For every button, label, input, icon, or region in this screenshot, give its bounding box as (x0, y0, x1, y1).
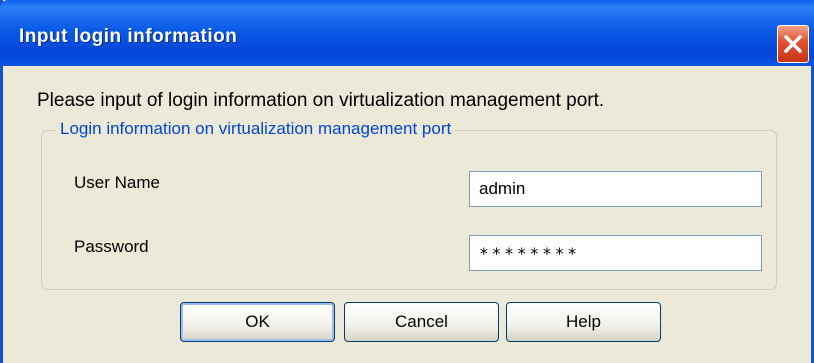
login-info-group: Login information on virtualization mana… (41, 119, 777, 290)
instruction-message: Please input of login information on vir… (37, 90, 605, 111)
password-label: Password (74, 237, 149, 256)
ok-button[interactable]: OK (180, 302, 335, 342)
close-button[interactable] (777, 25, 809, 63)
title-bar[interactable]: Input login information (0, 0, 814, 66)
dialog-body: Please input of login information on vir… (3, 66, 811, 363)
close-icon (784, 35, 802, 53)
cancel-button[interactable]: Cancel (344, 302, 499, 342)
dialog-title: Input login information (19, 26, 238, 47)
group-legend: Login information on virtualization mana… (56, 119, 456, 139)
password-input[interactable] (469, 235, 762, 271)
user-name-input[interactable] (469, 171, 762, 207)
user-name-label: User Name (74, 173, 160, 192)
login-dialog: Input login information Please input of … (0, 0, 814, 363)
help-button[interactable]: Help (506, 302, 661, 342)
